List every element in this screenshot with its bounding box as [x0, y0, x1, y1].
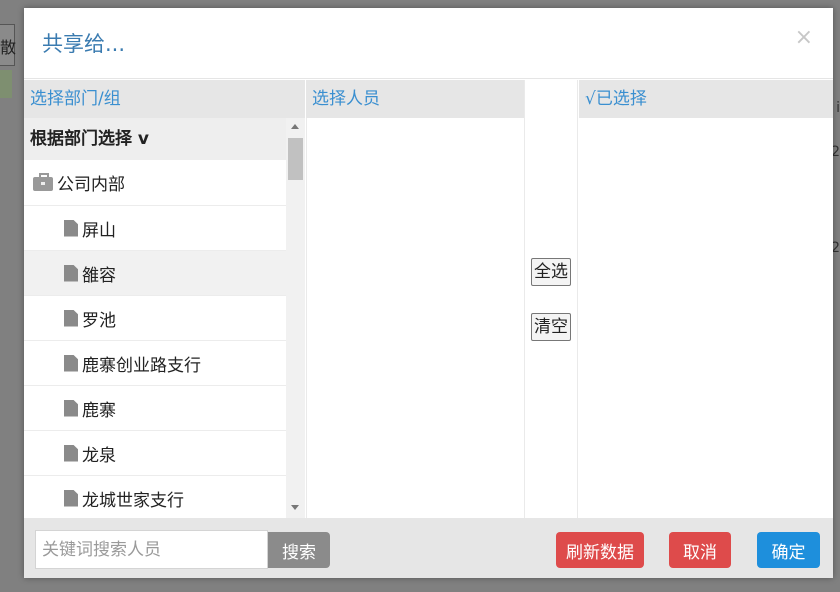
tree-node[interactable]: 鹿寨创业路支行	[24, 341, 286, 386]
background-char: i	[836, 100, 840, 116]
tree-node[interactable]: 屏山	[24, 206, 286, 251]
document-icon	[64, 264, 78, 282]
dialog-title: 共享给...	[42, 32, 126, 56]
search-button[interactable]: 搜索	[268, 532, 330, 568]
background-text: 散	[0, 38, 17, 57]
dept-select-dropdown[interactable]: 根据部门选择 v	[24, 118, 286, 160]
background-strip	[0, 70, 12, 98]
tree-node[interactable]: 龙城世家支行	[24, 476, 286, 518]
tree-node[interactable]: 鹿寨	[24, 386, 286, 431]
tree-node-label: 鹿寨创业路支行	[82, 355, 201, 376]
tree-node-label: 屏山	[82, 220, 116, 241]
dept-tree: 根据部门选择 v 公司内部 屏山 雒容 罗池 鹿寨创业路支行 鹿寨 龙泉 龙城世…	[24, 118, 286, 518]
confirm-button[interactable]: 确定	[757, 532, 820, 568]
dept-panel: 根据部门选择 v 公司内部 屏山 雒容 罗池 鹿寨创业路支行 鹿寨 龙泉 龙城世…	[24, 118, 305, 518]
document-icon	[64, 489, 78, 507]
close-icon[interactable]: ×	[795, 26, 813, 50]
tree-node-label: 公司内部	[57, 175, 125, 195]
share-dialog: 共享给... × 选择部门/组 选择人员 √已选择 根据部门选择 v 公司内部 …	[24, 8, 833, 578]
dept-column-header: 选择部门/组	[24, 80, 305, 118]
select-all-button[interactable]: 全选	[531, 258, 571, 286]
tree-node-label: 龙泉	[82, 445, 116, 466]
people-list	[306, 118, 525, 518]
scroll-thumb[interactable]	[288, 138, 303, 180]
scroll-up-arrow-icon[interactable]	[291, 124, 299, 129]
selected-column-header: √已选择	[579, 80, 833, 118]
cancel-button[interactable]: 取消	[669, 532, 731, 568]
selected-list	[579, 118, 833, 518]
document-icon	[64, 399, 78, 417]
clear-button[interactable]: 清空	[531, 313, 571, 341]
tree-node[interactable]: 龙泉	[24, 431, 286, 476]
tree-node-label: 鹿寨	[82, 400, 116, 421]
transfer-controls: 全选 清空	[524, 80, 578, 518]
document-icon	[64, 219, 78, 237]
tree-node[interactable]: 罗池	[24, 296, 286, 341]
tree-node-label: 罗池	[82, 310, 116, 331]
document-icon	[64, 354, 78, 372]
search-input[interactable]	[35, 530, 268, 569]
briefcase-icon	[33, 172, 53, 191]
tree-node[interactable]: 雒容	[24, 251, 286, 296]
dept-scrollbar[interactable]	[286, 118, 305, 518]
tree-node-label: 雒容	[82, 265, 116, 286]
tree-node-company[interactable]: 公司内部	[24, 160, 286, 206]
scroll-down-arrow-icon[interactable]	[291, 505, 299, 510]
refresh-button[interactable]: 刷新数据	[556, 532, 644, 568]
tree-node-label: 龙城世家支行	[82, 490, 184, 511]
people-column-header: 选择人员	[306, 80, 524, 118]
dialog-footer: 搜索 刷新数据 取消 确定	[24, 518, 833, 578]
dialog-header: 共享给... ×	[24, 8, 833, 79]
document-icon	[64, 309, 78, 327]
document-icon	[64, 444, 78, 462]
